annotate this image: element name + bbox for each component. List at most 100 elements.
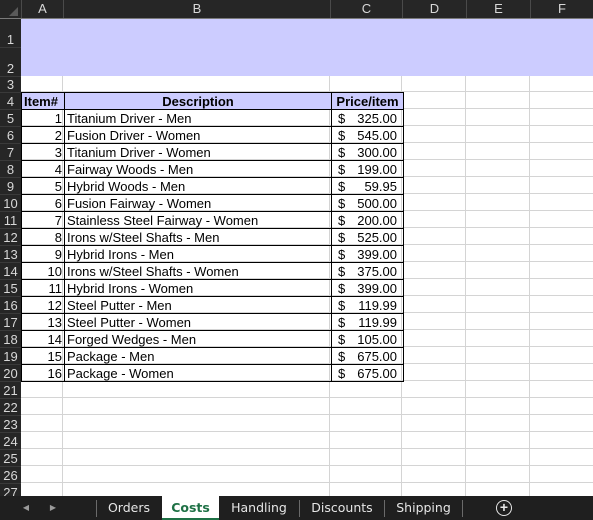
description-cell[interactable]: Steel Putter - Women bbox=[64, 313, 332, 331]
column-header-a[interactable]: A bbox=[21, 0, 63, 18]
row-header-21[interactable]: 21 bbox=[0, 381, 21, 398]
currency-symbol: $ bbox=[338, 110, 346, 126]
sheet-tab-shipping[interactable]: Shipping bbox=[385, 496, 462, 520]
select-all-button[interactable] bbox=[0, 0, 21, 19]
row-header-11[interactable]: 11 bbox=[0, 211, 21, 228]
row-header-18[interactable]: 18 bbox=[0, 330, 21, 347]
column-header-e[interactable]: E bbox=[466, 0, 530, 18]
price-cell[interactable]: $375.00 bbox=[331, 262, 404, 280]
row-header-17[interactable]: 17 bbox=[0, 313, 21, 330]
row-header-5[interactable]: 5 bbox=[0, 109, 21, 126]
row-header-27[interactable]: 27 bbox=[0, 483, 21, 496]
column-header-c[interactable]: C bbox=[330, 0, 402, 18]
description-cell[interactable]: Package - Men bbox=[64, 347, 332, 365]
column-header-f[interactable]: F bbox=[530, 0, 593, 18]
price-cell[interactable]: $500.00 bbox=[331, 194, 404, 212]
description-cell[interactable]: Fusion Driver - Women bbox=[64, 126, 332, 144]
item-number-cell[interactable]: 15 bbox=[21, 347, 65, 365]
row-header-8[interactable]: 8 bbox=[0, 160, 21, 177]
column-header-d[interactable]: D bbox=[402, 0, 466, 18]
prev-sheet-arrow-icon[interactable]: ◀ bbox=[19, 496, 33, 520]
price-cell[interactable]: $545.00 bbox=[331, 126, 404, 144]
description-cell[interactable]: Package - Women bbox=[64, 364, 332, 382]
row-header-16[interactable]: 16 bbox=[0, 296, 21, 313]
description-cell[interactable]: Titanium Driver - Men bbox=[64, 109, 332, 127]
description-cell[interactable]: Titanium Driver - Women bbox=[64, 143, 332, 161]
cell-grid[interactable]: Item# Description Price/item 1 Titanium D… bbox=[21, 19, 593, 496]
price-cell[interactable]: $59.95 bbox=[331, 177, 404, 195]
item-number-cell[interactable]: 4 bbox=[21, 160, 65, 178]
description-cell[interactable]: Forged Wedges - Men bbox=[64, 330, 332, 348]
sheet-tab-costs[interactable]: Costs bbox=[162, 496, 219, 520]
item-number-cell[interactable]: 5 bbox=[21, 177, 65, 195]
row-header-1[interactable]: 1 bbox=[0, 19, 21, 47]
price-cell[interactable]: $525.00 bbox=[331, 228, 404, 246]
next-sheet-arrow-icon[interactable]: ▶ bbox=[46, 496, 60, 520]
row-header-22[interactable]: 22 bbox=[0, 398, 21, 415]
description-cell[interactable]: Irons w/Steel Shafts - Men bbox=[64, 228, 332, 246]
currency-symbol: $ bbox=[338, 195, 346, 211]
row-header-14[interactable]: 14 bbox=[0, 262, 21, 279]
row-header-20[interactable]: 20 bbox=[0, 364, 21, 381]
item-number-cell[interactable]: 7 bbox=[21, 211, 65, 229]
description-cell[interactable]: Hybrid Irons - Men bbox=[64, 245, 332, 263]
item-number-cell[interactable]: 14 bbox=[21, 330, 65, 348]
description-cell[interactable]: Hybrid Woods - Men bbox=[64, 177, 332, 195]
price-cell[interactable]: $119.99 bbox=[331, 313, 404, 331]
worksheet: Item# Description Price/item 1 Titanium D… bbox=[0, 0, 593, 496]
sheet-tab-discounts[interactable]: Discounts bbox=[300, 496, 384, 520]
sheet-tab-orders[interactable]: Orders bbox=[96, 496, 162, 520]
row-header-3[interactable]: 3 bbox=[0, 76, 21, 92]
title-banner-cells[interactable] bbox=[21, 19, 593, 76]
item-number-cell[interactable]: 10 bbox=[21, 262, 65, 280]
item-number-cell[interactable]: 12 bbox=[21, 296, 65, 314]
row-header-6[interactable]: 6 bbox=[0, 126, 21, 143]
header-item-number[interactable]: Item# bbox=[21, 92, 65, 110]
row-header-12[interactable]: 12 bbox=[0, 228, 21, 245]
price-cell[interactable]: $675.00 bbox=[331, 364, 404, 382]
item-number-cell[interactable]: 16 bbox=[21, 364, 65, 382]
sheet-tab-handling[interactable]: Handling bbox=[219, 496, 299, 520]
currency-symbol: $ bbox=[338, 331, 346, 347]
price-cell[interactable]: $399.00 bbox=[331, 279, 404, 297]
item-number-cell[interactable]: 13 bbox=[21, 313, 65, 331]
row-header-2[interactable]: 2 bbox=[0, 47, 21, 76]
description-cell[interactable]: Steel Putter - Men bbox=[64, 296, 332, 314]
price-cell[interactable]: $199.00 bbox=[331, 160, 404, 178]
item-number-cell[interactable]: 9 bbox=[21, 245, 65, 263]
row-header-15[interactable]: 15 bbox=[0, 279, 21, 296]
description-cell[interactable]: Fusion Fairway - Women bbox=[64, 194, 332, 212]
header-price[interactable]: Price/item bbox=[331, 92, 404, 110]
price-cell[interactable]: $300.00 bbox=[331, 143, 404, 161]
price-cell[interactable]: $325.00 bbox=[331, 109, 404, 127]
item-number-cell[interactable]: 8 bbox=[21, 228, 65, 246]
price-cell[interactable]: $675.00 bbox=[331, 347, 404, 365]
item-number-cell[interactable]: 1 bbox=[21, 109, 65, 127]
description-cell[interactable]: Irons w/Steel Shafts - Women bbox=[64, 262, 332, 280]
row-header-7[interactable]: 7 bbox=[0, 143, 21, 160]
row-header-26[interactable]: 26 bbox=[0, 466, 21, 483]
price-cell[interactable]: $200.00 bbox=[331, 211, 404, 229]
row-header-4[interactable]: 4 bbox=[0, 92, 21, 109]
row-header-13[interactable]: 13 bbox=[0, 245, 21, 262]
row-header-23[interactable]: 23 bbox=[0, 415, 21, 432]
price-cell[interactable]: $119.99 bbox=[331, 296, 404, 314]
item-number-cell[interactable]: 3 bbox=[21, 143, 65, 161]
header-description[interactable]: Description bbox=[64, 92, 332, 110]
item-number-cell[interactable]: 11 bbox=[21, 279, 65, 297]
row-header-24[interactable]: 24 bbox=[0, 432, 21, 449]
column-header-b[interactable]: B bbox=[63, 0, 330, 18]
add-sheet-button[interactable]: + bbox=[496, 500, 512, 516]
price-cell[interactable]: $399.00 bbox=[331, 245, 404, 263]
item-number-cell[interactable]: 6 bbox=[21, 194, 65, 212]
row-header-9[interactable]: 9 bbox=[0, 177, 21, 194]
description-cell[interactable]: Hybrid Irons - Women bbox=[64, 279, 332, 297]
price-cell[interactable]: $105.00 bbox=[331, 330, 404, 348]
row-header-25[interactable]: 25 bbox=[0, 449, 21, 466]
description-cell[interactable]: Stainless Steel Fairway - Women bbox=[64, 211, 332, 229]
price-value: 399.00 bbox=[357, 246, 397, 262]
description-cell[interactable]: Fairway Woods - Men bbox=[64, 160, 332, 178]
row-header-10[interactable]: 10 bbox=[0, 194, 21, 211]
row-header-19[interactable]: 19 bbox=[0, 347, 21, 364]
item-number-cell[interactable]: 2 bbox=[21, 126, 65, 144]
